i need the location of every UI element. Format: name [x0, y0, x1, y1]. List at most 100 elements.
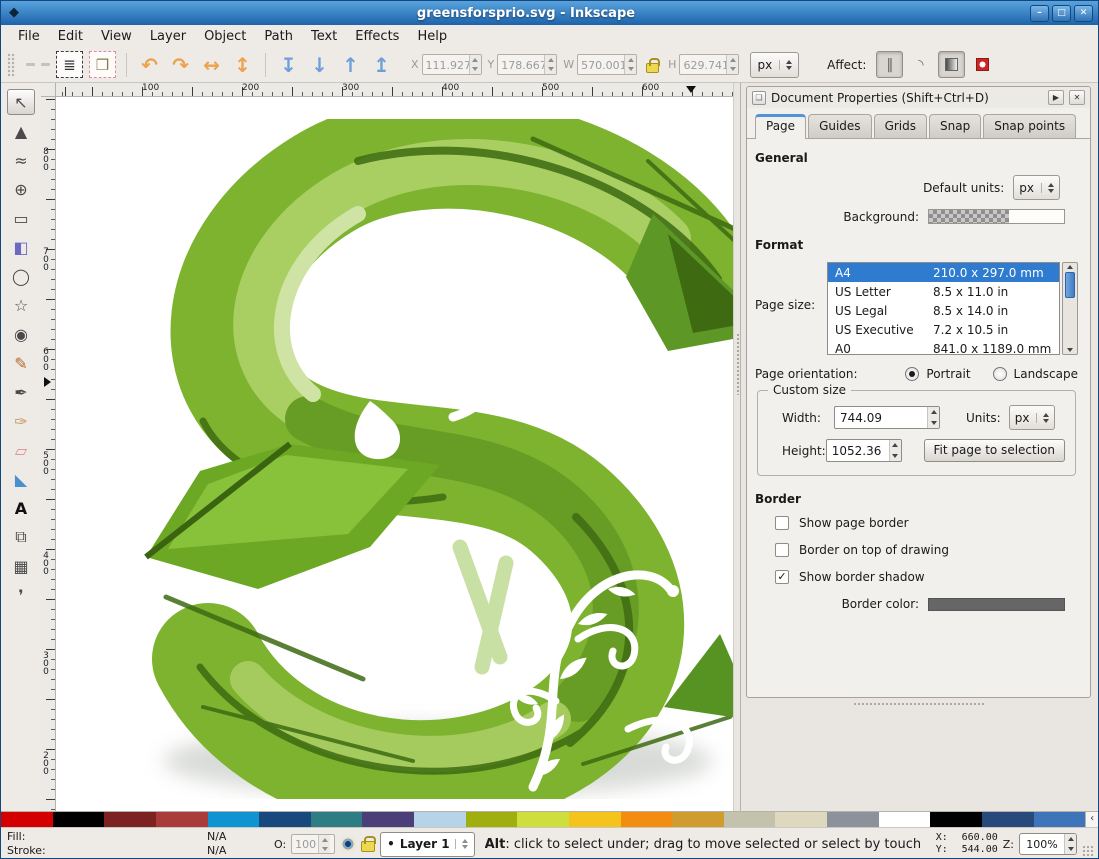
tool-gradient-button[interactable]: ▦ [7, 553, 35, 579]
x-coordinate-input[interactable]: 111.927 [422, 54, 482, 75]
palette-swatch[interactable] [362, 812, 414, 827]
background-color-picker[interactable] [928, 209, 1065, 224]
scale-stroke-toggle[interactable]: ‖ [876, 51, 903, 78]
list-scrollbar[interactable] [1062, 262, 1078, 355]
horizontal-ruler[interactable]: 100 200 300 400 500 600 [56, 83, 733, 97]
tool-ellipse-button[interactable]: ◯ [7, 263, 35, 289]
fill-stroke-indicator[interactable]: Fill:N/A Stroke:N/A [7, 830, 269, 858]
palette-swatch[interactable] [208, 812, 260, 827]
palette-swatch[interactable] [982, 812, 1034, 827]
list-item-a4[interactable]: A4210.0 x 297.0 mm [828, 263, 1059, 282]
fit-page-to-selection-button[interactable]: Fit page to selection [924, 439, 1065, 462]
tool-zoom-button[interactable]: ⊕ [7, 176, 35, 202]
tool-spiral-button[interactable]: ◉ [7, 321, 35, 347]
tool-3dbox-button[interactable]: ◧ [7, 234, 35, 260]
palette-swatch[interactable] [1, 812, 53, 827]
y-coordinate-input[interactable]: 178.667 [497, 54, 557, 75]
raise-one-step-icon[interactable]: ↑ [335, 53, 366, 77]
tab-snap-points[interactable]: Snap points [983, 114, 1076, 138]
tool-bezier-button[interactable]: ✒ [7, 379, 35, 405]
border-on-top-checkbox[interactable] [775, 543, 789, 557]
list-item-us-legal[interactable]: US Legal8.5 x 14.0 in [828, 301, 1059, 320]
vertical-ruler[interactable]: 800 700 600 500 400 300 200 [41, 97, 56, 811]
list-item-us-letter[interactable]: US Letter8.5 x 11.0 in [828, 282, 1059, 301]
rotate-ccw-icon[interactable]: ↶ [134, 53, 165, 77]
menu-object[interactable]: Object [195, 27, 255, 46]
scale-corners-toggle[interactable]: ◝ [907, 51, 934, 78]
opacity-input[interactable]: 100 [291, 834, 335, 854]
raise-to-top-icon[interactable]: ↥ [366, 53, 397, 77]
palette-swatch[interactable] [930, 812, 982, 827]
default-units-dropdown[interactable]: px [1013, 175, 1060, 200]
palette-swatch[interactable] [311, 812, 363, 827]
dock-resize-handle[interactable] [746, 698, 1091, 709]
palette-swatch[interactable] [414, 812, 466, 827]
palette-swatch[interactable] [1034, 812, 1086, 827]
show-page-border-checkbox[interactable] [775, 516, 789, 530]
menu-path[interactable]: Path [255, 27, 302, 46]
palette-swatch[interactable] [827, 812, 879, 827]
width-input[interactable]: 570.001 [577, 54, 637, 75]
move-gradients-toggle[interactable] [938, 51, 965, 78]
lower-one-step-icon[interactable]: ↓ [304, 53, 335, 77]
tool-star-button[interactable]: ☆ [7, 292, 35, 318]
zoom-drawing-icon[interactable]: ❒ [89, 51, 116, 78]
scrollbar-thumb[interactable] [1065, 272, 1075, 298]
units-dropdown[interactable]: px [750, 52, 799, 78]
tab-guides[interactable]: Guides [808, 114, 872, 138]
portrait-radio[interactable] [905, 367, 919, 381]
tool-calligraphy-button[interactable]: ✑ [7, 408, 35, 434]
move-patterns-toggle[interactable] [969, 51, 996, 78]
dock-splitter[interactable] [733, 83, 740, 811]
menu-text[interactable]: Text [302, 27, 346, 46]
palette-swatch[interactable] [517, 812, 569, 827]
drawing-canvas[interactable] [56, 97, 733, 811]
minimize-button[interactable]: – [1030, 5, 1049, 22]
menu-file[interactable]: File [9, 27, 49, 46]
lower-to-bottom-icon[interactable]: ↧ [273, 53, 304, 77]
menu-view[interactable]: View [92, 27, 141, 46]
close-button[interactable]: ✕ [1074, 5, 1093, 22]
panel-header[interactable]: ❏ Document Properties (Shift+Ctrl+D) ▶ ✕ [747, 87, 1090, 108]
tool-rectangle-button[interactable]: ▭ [7, 205, 35, 231]
flip-vertical-icon[interactable]: ↕ [227, 53, 258, 77]
palette-scroll-button[interactable]: ‹ [1085, 812, 1098, 827]
layer-visibility-icon[interactable] [340, 836, 356, 852]
menu-edit[interactable]: Edit [49, 27, 92, 46]
tool-tweak-button[interactable]: ≈ [7, 147, 35, 173]
tool-pencil-button[interactable]: ✎ [7, 350, 35, 376]
show-border-shadow-checkbox[interactable]: ✓ [775, 570, 789, 584]
border-color-picker[interactable] [928, 598, 1065, 611]
list-item-a0[interactable]: A0841.0 x 1189.0 mm [828, 339, 1059, 355]
menu-help[interactable]: Help [408, 27, 456, 46]
palette-swatch[interactable] [672, 812, 724, 827]
window-resize-grip[interactable] [1082, 845, 1094, 857]
custom-width-input[interactable]: 744.09 [834, 406, 940, 429]
palette-swatch[interactable] [775, 812, 827, 827]
tab-grids[interactable]: Grids [874, 114, 927, 138]
panel-menu-button[interactable]: ▶ [1048, 90, 1064, 105]
tab-page[interactable]: Page [755, 114, 806, 139]
layer-lock-icon[interactable] [361, 841, 375, 852]
tool-eraser-button[interactable]: ▱ [7, 437, 35, 463]
palette-swatch[interactable] [104, 812, 156, 827]
tool-node-editor-button[interactable]: ▲ [7, 118, 35, 144]
palette-swatch[interactable] [466, 812, 518, 827]
zoom-input[interactable]: 100% [1019, 833, 1077, 855]
lock-ratio-icon[interactable] [646, 63, 659, 73]
page-size-list[interactable]: A4210.0 x 297.0 mm US Letter8.5 x 11.0 i… [827, 262, 1060, 355]
tool-selector-button[interactable]: ↖ [7, 89, 35, 115]
custom-height-input[interactable]: 1052.36 [826, 439, 902, 462]
tool-dropper-button[interactable]: ❜ [7, 582, 35, 608]
tool-text-button[interactable]: A [7, 495, 35, 521]
flip-horizontal-icon[interactable]: ↔ [196, 53, 227, 77]
maximize-button[interactable]: □ [1052, 5, 1071, 22]
custom-units-dropdown[interactable]: px [1009, 405, 1056, 430]
tool-bucket-button[interactable]: ◣ [7, 466, 35, 492]
landscape-radio[interactable] [993, 367, 1007, 381]
panel-close-button[interactable]: ✕ [1069, 90, 1085, 105]
title-bar[interactable]: ◆ greensforsprio.svg - Inkscape – □ ✕ [1, 1, 1098, 25]
palette-swatch[interactable] [724, 812, 776, 827]
list-item-us-executive[interactable]: US Executive7.2 x 10.5 in [828, 320, 1059, 339]
palette-swatch[interactable] [569, 812, 621, 827]
